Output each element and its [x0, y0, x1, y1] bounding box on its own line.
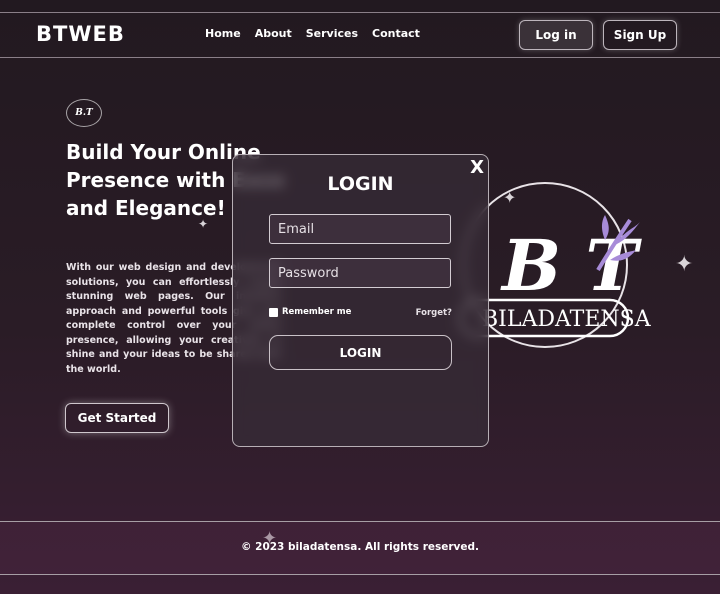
signup-button[interactable]: Sign Up: [603, 20, 677, 50]
sparkle-icon: ✦: [675, 252, 694, 277]
remember-me[interactable]: Remember me: [269, 307, 351, 317]
hero-logo: B.T: [66, 99, 102, 127]
remember-checkbox[interactable]: [269, 307, 278, 317]
nav-links: Home About Services Contact: [205, 27, 420, 40]
sparkle-icon: ✦: [198, 217, 209, 231]
nav-contact-link[interactable]: Contact: [372, 27, 420, 40]
brand-logo[interactable]: BTWEB: [36, 22, 125, 46]
remember-label: Remember me: [282, 307, 352, 317]
nav-home-link[interactable]: Home: [205, 27, 241, 40]
password-field[interactable]: [269, 258, 451, 288]
login-modal: X LOGIN Remember me Forget? LOGIN: [232, 154, 489, 447]
hero-logo-text: B.T: [75, 108, 93, 118]
navbar: BTWEB Home About Services Contact Log in…: [0, 13, 720, 58]
email-field[interactable]: [269, 214, 451, 244]
footer: © 2023 biladatensa. All rights reserved.: [0, 521, 720, 575]
footer-copyright: © 2023 biladatensa. All rights reserved.: [240, 541, 480, 553]
forget-password-link[interactable]: Forget?: [416, 308, 452, 318]
login-button[interactable]: Log in: [519, 20, 593, 50]
emblem-wordmark: BILADATENSA: [482, 307, 652, 332]
modal-title: LOGIN: [327, 173, 394, 195]
nav-about-link[interactable]: About: [255, 27, 292, 40]
get-started-button[interactable]: Get Started: [65, 403, 169, 433]
nav-services-link[interactable]: Services: [306, 27, 358, 40]
login-submit-button[interactable]: LOGIN: [269, 335, 452, 370]
sparkle-icon: ✦: [503, 188, 517, 207]
